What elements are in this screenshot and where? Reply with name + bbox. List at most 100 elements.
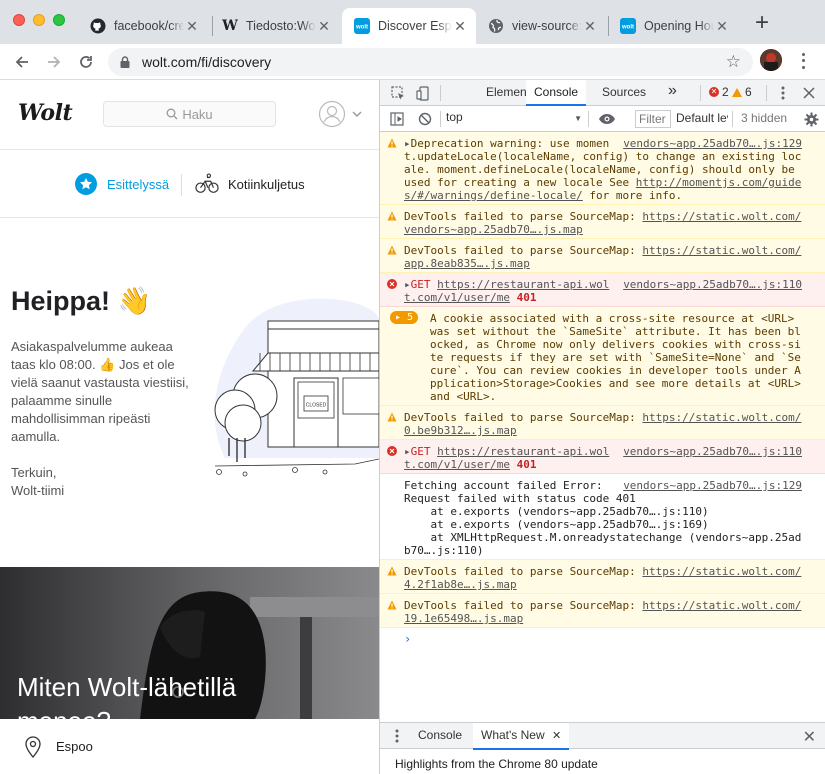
- tab-sources[interactable]: Sources: [594, 80, 654, 106]
- promo-title-line: Miten Wolt-lähetillä: [17, 672, 237, 702]
- forward-button[interactable]: [42, 50, 66, 74]
- expand-triangle-icon[interactable]: ▸: [404, 137, 411, 150]
- close-devtools-icon[interactable]: [800, 84, 818, 102]
- console-output[interactable]: vendors~app.25adb70….js:129 ▸Deprecation …: [380, 132, 825, 722]
- console-message: vendors~app.25adb70….js:110 ▸GET https://…: [380, 440, 825, 474]
- user-icon[interactable]: [318, 100, 346, 128]
- message-text: DevTools failed to parse SourceMap:: [404, 244, 643, 257]
- message-tail: 401: [509, 458, 537, 471]
- whats-new-heading: Highlights from the Chrome 80 update: [395, 757, 598, 771]
- greeting-heading: Heippa! 👋: [11, 286, 152, 316]
- divider: [732, 111, 733, 127]
- console-settings-gear-icon[interactable]: [802, 110, 820, 128]
- search-placeholder: Haku: [182, 106, 213, 122]
- warning-counter[interactable]: 6: [732, 85, 752, 99]
- arrow-right-icon: [48, 56, 61, 68]
- category-label: Esittelyssä: [107, 176, 170, 192]
- divider: [588, 111, 589, 127]
- live-expression-eye-icon[interactable]: [598, 110, 616, 128]
- divider: [700, 85, 701, 101]
- close-tab-icon[interactable]: ✕: [714, 18, 730, 35]
- warning-count: 6: [745, 85, 752, 99]
- maximize-window-button[interactable]: [53, 14, 65, 26]
- drawer-tab-whats-new[interactable]: What's New ✕: [473, 723, 570, 750]
- warning-icon: [387, 566, 397, 576]
- console-filter-input[interactable]: Filter: [635, 110, 671, 128]
- source-link[interactable]: vendors~app.25adb70….js:110: [623, 278, 802, 291]
- close-tab-icon[interactable]: ✕: [452, 18, 468, 35]
- devtools-panel: Elements Console Sources » ✕ 2 6 top ▼ F…: [379, 80, 825, 774]
- repeat-count-badge[interactable]: ▸ 5: [390, 311, 419, 324]
- browser-tab-2[interactable]: W Tiedosto:Wolt logo.svg ✕: [210, 8, 340, 44]
- close-tab-icon[interactable]: ✕: [582, 18, 598, 35]
- search-input[interactable]: Haku: [103, 101, 276, 127]
- address-bar[interactable]: wolt.com/fi/discovery ☆: [108, 48, 753, 76]
- drawer-tab-console[interactable]: Console: [410, 723, 470, 750]
- device-toolbar-icon[interactable]: [414, 84, 432, 102]
- error-counter[interactable]: ✕ 2: [709, 85, 729, 99]
- devtools-menu-icon[interactable]: [774, 84, 792, 102]
- close-tab-icon[interactable]: ✕: [552, 730, 561, 742]
- new-tab-button[interactable]: +: [750, 11, 774, 36]
- minimize-window-button[interactable]: [33, 14, 45, 26]
- svg-text:wolt: wolt: [355, 25, 368, 31]
- console-prompt[interactable]: ›: [380, 628, 825, 651]
- support-message: Asiakaspalvelumme aukeaa taas klo 08:00.…: [11, 339, 189, 444]
- more-tabs-button[interactable]: »: [660, 80, 685, 106]
- browser-tab-1[interactable]: facebook/create-react-app ✕: [78, 8, 208, 44]
- console-message: DevTools failed to parse SourceMap: http…: [380, 406, 825, 440]
- close-tab-icon[interactable]: ✕: [184, 18, 200, 35]
- close-window-button[interactable]: [13, 14, 25, 26]
- sidebar-toggle-icon[interactable]: [388, 110, 406, 128]
- browser-tab-4[interactable]: view-source: ✕: [476, 8, 606, 44]
- drawer-menu-icon[interactable]: [388, 727, 406, 745]
- browser-tab-3[interactable]: wolt Discover Espoo ✕: [342, 8, 476, 44]
- error-icon: [387, 446, 397, 456]
- tab-strip: facebook/create-react-app ✕ W Tiedosto:W…: [0, 0, 825, 44]
- tab-label: Discover Espoo: [378, 19, 452, 33]
- category-home-delivery[interactable]: Kotiinkuljetus: [195, 172, 305, 196]
- lock-icon: [120, 56, 130, 68]
- expand-triangle-icon[interactable]: ▸: [404, 278, 411, 291]
- profile-avatar[interactable]: [760, 49, 782, 71]
- back-button[interactable]: [10, 50, 34, 74]
- warning-icon: [387, 412, 397, 422]
- source-link[interactable]: vendors~app.25adb70….js:129: [623, 137, 802, 150]
- log-levels-dropdown[interactable]: Default levels: [676, 111, 728, 125]
- clear-console-icon[interactable]: [416, 110, 434, 128]
- source-link[interactable]: vendors~app.25adb70….js:110: [623, 445, 802, 458]
- tab-label: facebook/create-react-app: [114, 19, 184, 33]
- console-message: ▸ 5 A cookie associated with a cross-site…: [380, 307, 825, 406]
- message-text: GET: [410, 278, 438, 291]
- error-icon: ✕: [709, 87, 719, 97]
- warning-icon: [387, 245, 397, 255]
- context-value: top: [446, 110, 463, 124]
- url-text: wolt.com/fi/discovery: [142, 54, 272, 70]
- close-tab-icon[interactable]: ✕: [316, 18, 332, 35]
- source-link[interactable]: vendors~app.25adb70….js:129: [623, 479, 802, 492]
- wolt-logo[interactable]: Wolt: [18, 100, 73, 126]
- web-page: Wolt Haku Esittelyssä Kotiinkuljetus Hei…: [0, 80, 379, 774]
- context-selector[interactable]: top ▼: [446, 110, 582, 124]
- tab-console[interactable]: Console: [526, 80, 587, 106]
- chevron-down-icon[interactable]: [351, 108, 363, 120]
- promo-title: Miten Wolt-lähetillä menee?: [17, 670, 236, 719]
- console-message: vendors~app.25adb70….js:110 ▸GET https://…: [380, 273, 825, 307]
- promo-banner[interactable]: Miten Wolt-lähetillä menee?: [0, 567, 379, 719]
- reload-button[interactable]: [74, 50, 98, 74]
- console-message: DevTools failed to parse SourceMap: http…: [380, 594, 825, 628]
- arrow-left-icon: [15, 56, 28, 68]
- drawer-tab-label: What's New: [481, 728, 545, 742]
- browser-window: facebook/create-react-app ✕ W Tiedosto:W…: [0, 0, 825, 774]
- console-message: DevTools failed to parse SourceMap: http…: [380, 205, 825, 239]
- category-featured[interactable]: Esittelyssä: [74, 172, 169, 196]
- warning-icon: [387, 211, 397, 221]
- close-drawer-icon[interactable]: ✕: [803, 727, 816, 747]
- browser-menu-button[interactable]: [796, 51, 810, 71]
- github-icon: [90, 18, 106, 34]
- inspect-element-icon[interactable]: [389, 84, 407, 102]
- browser-tab-5[interactable]: wolt Opening Hours ✕: [608, 8, 738, 44]
- expand-triangle-icon[interactable]: ▸: [404, 445, 411, 458]
- location-selector[interactable]: Espoo: [0, 719, 379, 774]
- bookmark-star-icon[interactable]: ☆: [726, 53, 741, 71]
